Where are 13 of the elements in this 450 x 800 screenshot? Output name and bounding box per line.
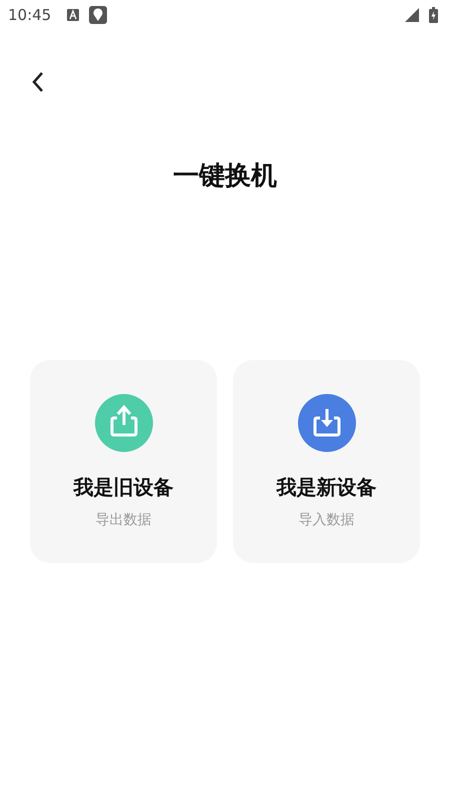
option-title: 我是旧设备	[74, 474, 174, 501]
page-title: 一键换机	[173, 160, 277, 193]
battery-icon	[429, 7, 438, 23]
option-subtitle: 导出数据	[96, 511, 152, 529]
back-icon	[31, 71, 45, 93]
signal-icon	[405, 8, 419, 22]
device-option-card[interactable]: 我是新设备 导入数据	[233, 360, 420, 563]
location-notification-icon	[89, 6, 108, 24]
option-title: 我是新设备	[276, 474, 376, 501]
option-subtitle: 导入数据	[298, 511, 354, 529]
status-time: 10:45	[8, 6, 52, 24]
app-notification-icon	[67, 9, 80, 21]
device-option-card[interactable]: 我是旧设备 导出数据	[30, 360, 217, 563]
